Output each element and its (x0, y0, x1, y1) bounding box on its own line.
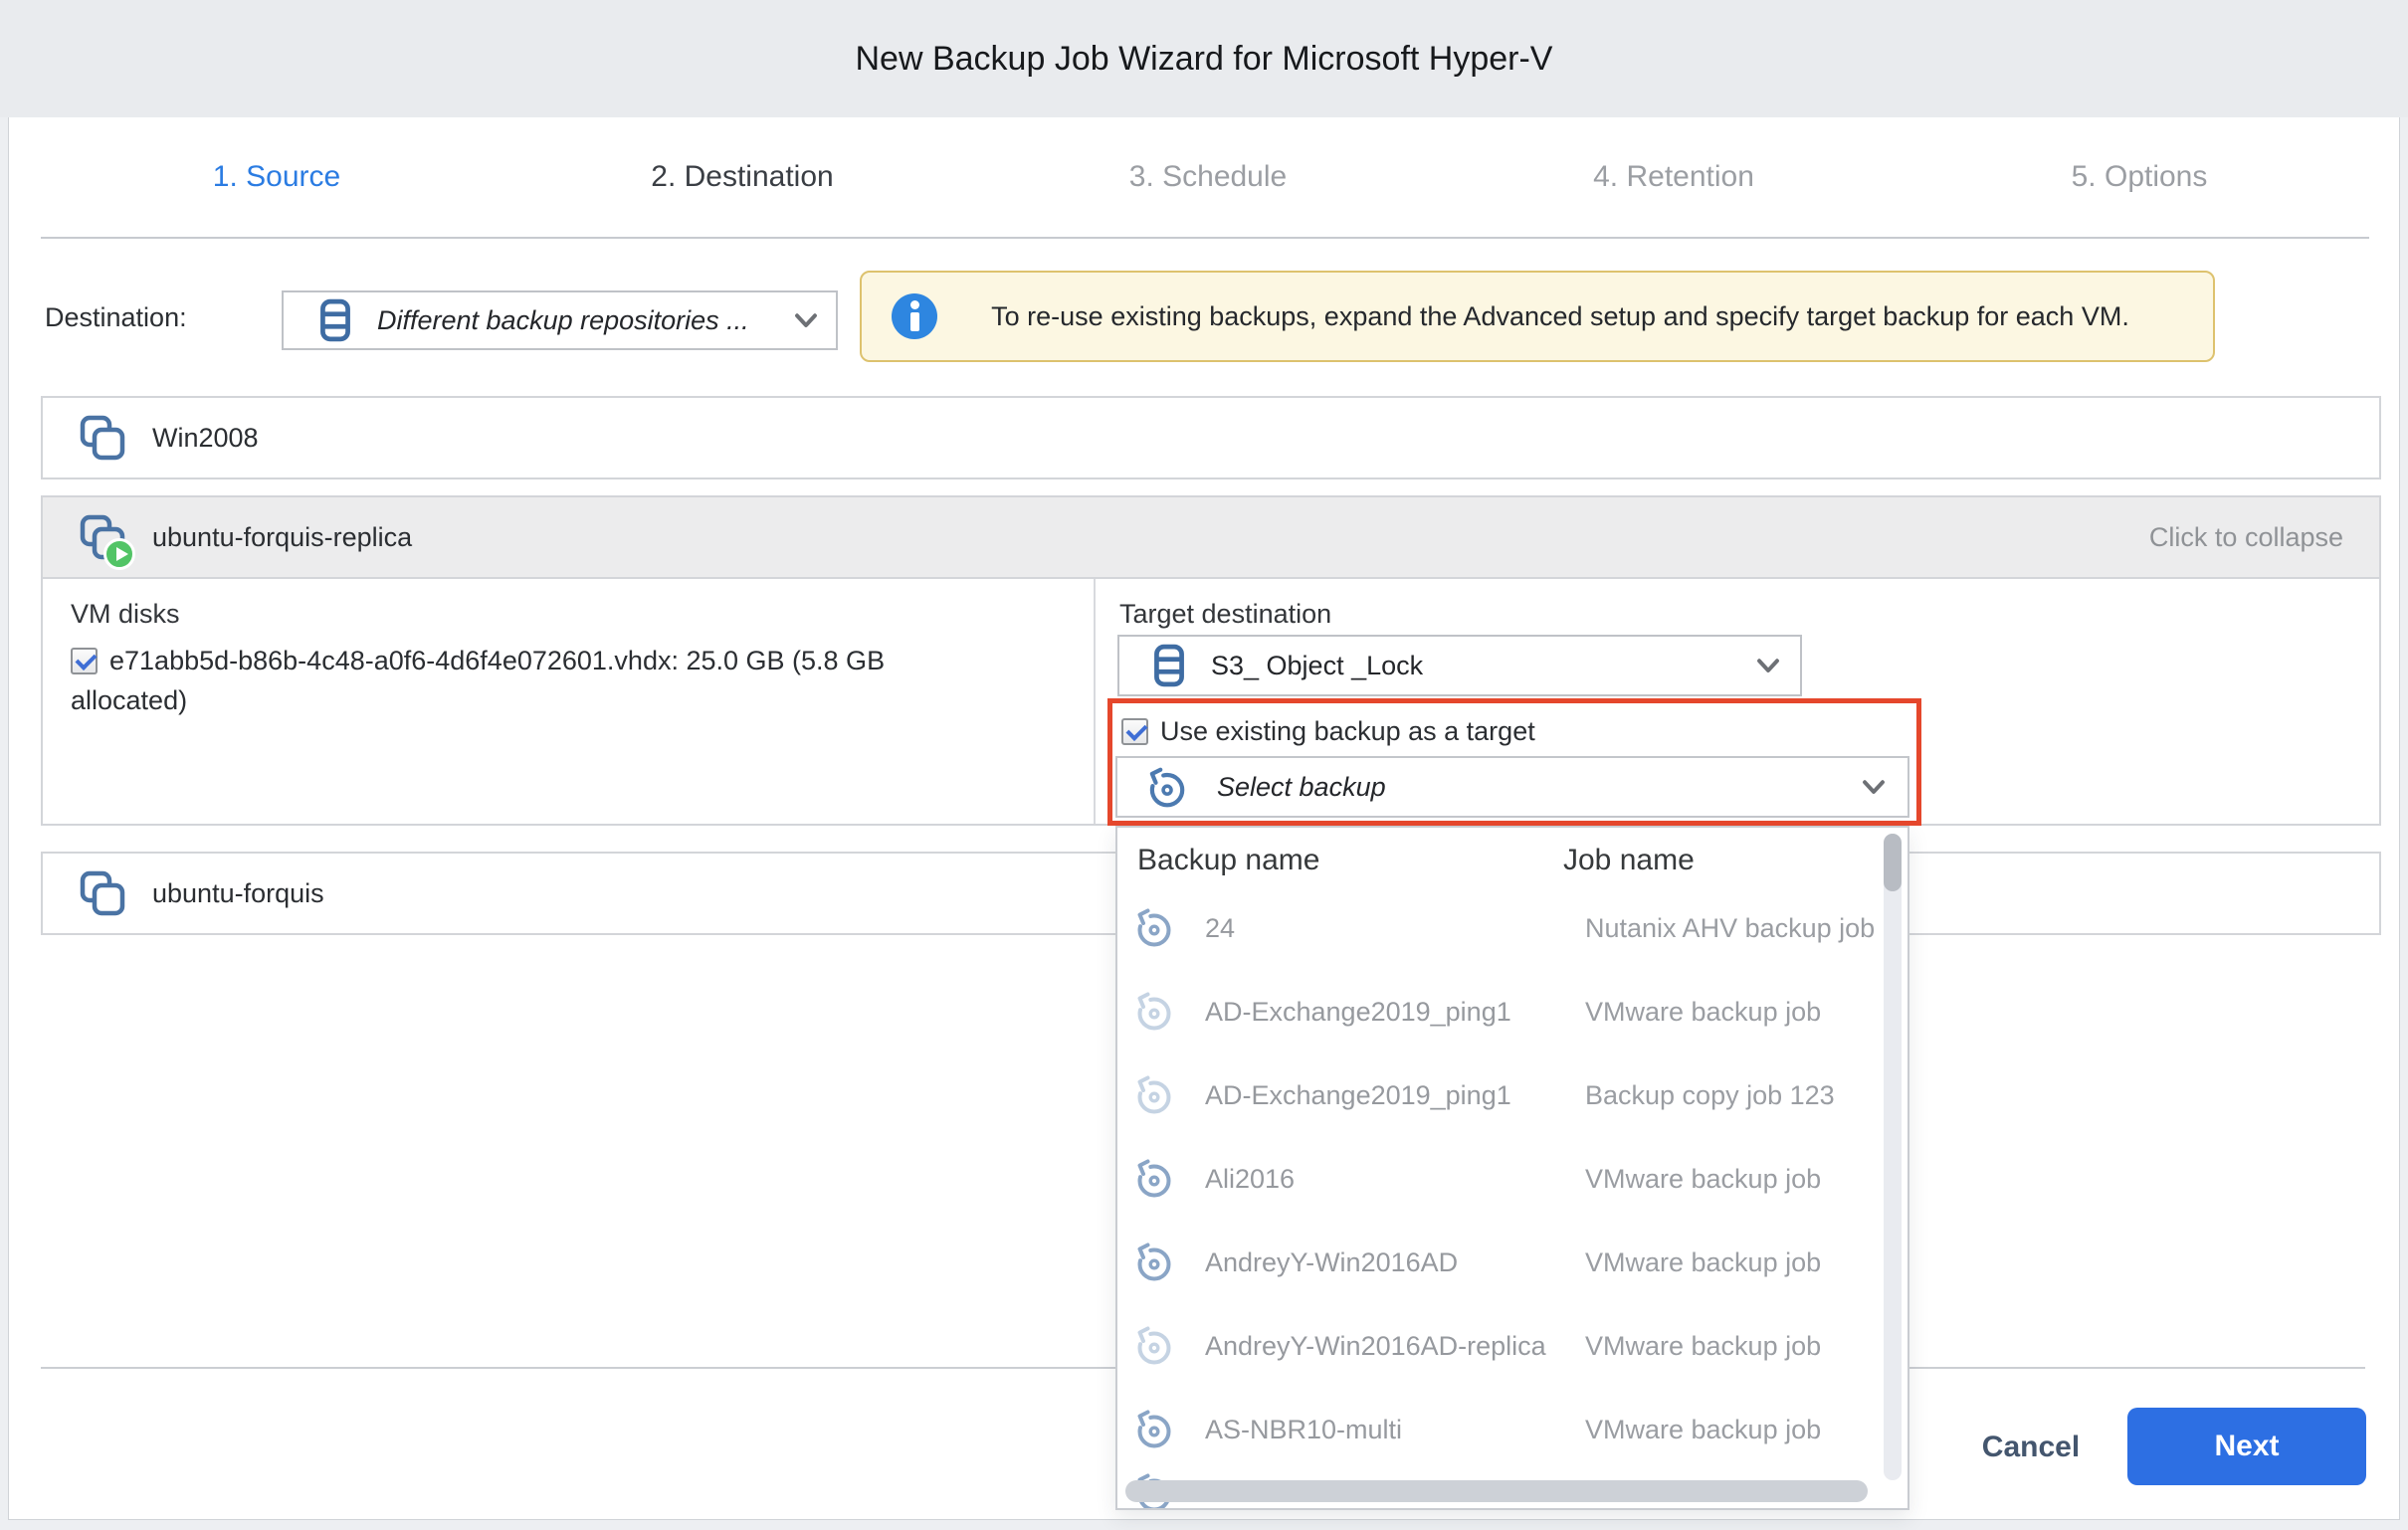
info-banner: To re-use existing backups, expand the A… (860, 271, 2215, 362)
backup-list-item[interactable]: AndreyY-Win2016AD-replica VMware backup … (1117, 1303, 1907, 1387)
info-banner-text: To re-use existing backups, expand the A… (937, 301, 2183, 332)
column-header-backup-name: Backup name (1137, 844, 1319, 877)
horizontal-scrollbar[interactable] (1125, 1480, 1868, 1502)
wizard-steps: 1. Source 2. Destination 3. Schedule 4. … (44, 117, 2372, 237)
restore-point-icon (1131, 1240, 1175, 1283)
tab-options[interactable]: 5. Options (1906, 117, 2372, 237)
chevron-down-icon (794, 313, 818, 328)
vm-row-win2008[interactable]: Win2008 (41, 396, 2381, 479)
vm-name: ubuntu-forquis-replica (152, 522, 2149, 553)
use-existing-backup-row: Use existing backup as a target (1121, 714, 1535, 748)
restore-point-icon (1131, 905, 1175, 949)
job-name: VMware backup job (1585, 1415, 1821, 1445)
destination-selected-value: Different backup repositories ... (377, 305, 794, 336)
backup-dropdown-panel: Backup name Job name 24 Nutanix AHV back… (1115, 826, 1909, 1510)
target-destination-heading: Target destination (1119, 599, 1331, 630)
restore-point-icon (1131, 1156, 1175, 1200)
backup-list-item[interactable]: AndreyY-Win2016AD VMware backup job (1117, 1220, 1907, 1303)
page-title: New Backup Job Wizard for Microsoft Hype… (0, 0, 2408, 117)
destination-select[interactable]: Different backup repositories ... (282, 290, 838, 350)
backup-list-item[interactable]: 24 Nutanix AHV backup job (1117, 885, 1907, 969)
next-button[interactable]: Next (2127, 1408, 2366, 1485)
backup-name: 24 (1205, 913, 1235, 944)
chevron-down-icon (1756, 659, 1780, 673)
vertical-scrollbar[interactable] (1884, 834, 1902, 1480)
repository-stack-icon (319, 298, 351, 342)
repository-stack-icon (1153, 644, 1185, 687)
job-name: VMware backup job (1585, 1247, 1821, 1278)
tab-retention[interactable]: 4. Retention (1441, 117, 1906, 237)
use-existing-label: Use existing backup as a target (1160, 716, 1535, 747)
cancel-button[interactable]: Cancel (1951, 1431, 2110, 1464)
disk-checkbox[interactable] (71, 648, 98, 674)
restore-point-icon (1131, 1323, 1175, 1367)
column-header-job-name: Job name (1563, 844, 1695, 877)
collapse-hint[interactable]: Click to collapse (2149, 522, 2343, 553)
vm-row-ubuntu-forquis-replica[interactable]: ubuntu-forquis-replica Click to collapse (41, 495, 2381, 579)
job-name: Backup copy job 123 (1585, 1080, 1835, 1111)
tab-destination[interactable]: 2. Destination (509, 117, 975, 237)
vm-disk-item: e71abb5d-b86b-4c48-a0f6-4d6f4e072601.vhd… (71, 641, 897, 720)
backup-list: 24 Nutanix AHV backup job AD-Exchange201… (1117, 885, 1907, 1470)
vm-running-icon (79, 513, 126, 561)
wizard-titlebar: New Backup Job Wizard for Microsoft Hype… (0, 0, 2408, 117)
destination-label: Destination: (45, 302, 187, 333)
restore-point-icon (1131, 1072, 1175, 1116)
target-destination-select[interactable]: S3_ Object _Lock (1117, 635, 1802, 696)
select-backup-placeholder: Select backup (1217, 772, 1862, 803)
backup-name: AD-Exchange2019_ping1 (1205, 1080, 1511, 1111)
disk-label: e71abb5d-b86b-4c48-a0f6-4d6f4e072601.vhd… (71, 646, 885, 715)
backup-list-item[interactable]: AD-Exchange2019_ping1 VMware backup job (1117, 969, 1907, 1052)
restore-point-icon (1143, 764, 1189, 810)
wizard-card: 1. Source 2. Destination 3. Schedule 4. … (8, 117, 2400, 1520)
backup-list-item[interactable]: AS-NBR10-multi VMware backup job (1117, 1387, 1907, 1470)
steps-divider (41, 237, 2369, 239)
vm-icon (79, 869, 126, 917)
vm-name: Win2008 (152, 423, 2343, 454)
backup-name: Ali2016 (1205, 1164, 1295, 1195)
job-name: Nutanix AHV backup job (1585, 913, 1875, 944)
backup-name: AndreyY-Win2016AD (1205, 1247, 1458, 1278)
backup-name: AS-NBR10-multi (1205, 1415, 1402, 1445)
details-divider (1094, 579, 1096, 824)
select-backup-dropdown[interactable]: Select backup (1115, 756, 1909, 818)
chevron-down-icon (1862, 780, 1886, 795)
use-existing-checkbox[interactable] (1121, 718, 1148, 745)
info-icon (892, 293, 937, 339)
tab-schedule[interactable]: 3. Schedule (975, 117, 1441, 237)
backup-list-item[interactable]: AD-Exchange2019_ping1 Backup copy job 12… (1117, 1052, 1907, 1136)
job-name: VMware backup job (1585, 1331, 1821, 1362)
backup-name: AndreyY-Win2016AD-replica (1205, 1331, 1546, 1362)
job-name: VMware backup job (1585, 1164, 1821, 1195)
job-name: VMware backup job (1585, 997, 1821, 1028)
restore-point-icon (1131, 1407, 1175, 1450)
restore-point-icon (1131, 989, 1175, 1033)
running-badge-icon (103, 538, 135, 570)
vertical-scrollbar-thumb[interactable] (1884, 834, 1902, 891)
vm-icon (79, 414, 126, 462)
vm-disks-heading: VM disks (71, 599, 180, 630)
backup-name: AD-Exchange2019_ping1 (1205, 997, 1511, 1028)
target-selected-value: S3_ Object _Lock (1211, 651, 1756, 681)
backup-list-item[interactable]: Ali2016 VMware backup job (1117, 1136, 1907, 1220)
tab-source[interactable]: 1. Source (44, 117, 509, 237)
